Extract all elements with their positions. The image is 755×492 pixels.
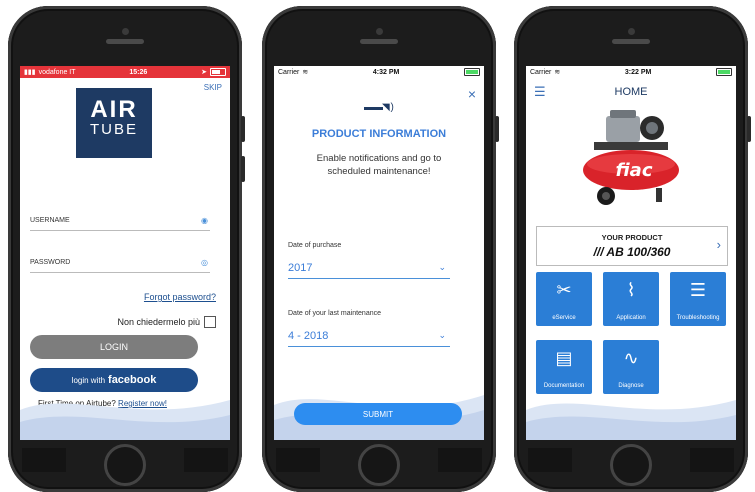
home-button: [610, 444, 652, 486]
home-button: [104, 444, 146, 486]
battery-icon: [463, 68, 480, 76]
remember-label: Non chiedermelo più: [117, 317, 200, 327]
side-button: [495, 116, 499, 142]
home-title: HOME: [614, 86, 648, 98]
skip-link[interactable]: SKIP: [204, 83, 222, 92]
username-field[interactable]: USERNAME ◉: [30, 216, 210, 231]
maintenance-label: Date of your last maintenance: [288, 310, 381, 317]
product-info-title: PRODUCT INFORMATION: [311, 128, 447, 140]
speaker: [612, 39, 650, 44]
tile-label: eService: [552, 315, 576, 321]
tile-label: Troubleshooting: [676, 315, 720, 321]
chat-icon: ☰: [689, 280, 707, 300]
password-field[interactable]: PASSWORD ◎: [30, 258, 210, 273]
phone-3: Carrier ≋ 3:22 PM ☰ HOME fiac YOUR PRODUC…: [514, 6, 751, 492]
product-name: /// AB 100/360: [593, 245, 671, 259]
home-screen: Carrier ≋ 3:22 PM ☰ HOME fiac YOUR PRODUC…: [526, 66, 736, 440]
chin-right: [438, 448, 482, 472]
submit-button[interactable]: SUBMIT: [294, 403, 462, 425]
status-time: 3:22 PM: [624, 68, 652, 76]
speaker: [106, 39, 144, 44]
wave-decoration: [20, 400, 230, 440]
speaker: [360, 39, 398, 44]
status-time: 15:26: [129, 68, 148, 76]
login-button[interactable]: LOGIN: [30, 335, 198, 359]
camera: [122, 28, 129, 35]
chin-right: [184, 448, 228, 472]
side-button: [241, 116, 245, 142]
login-screen: ▮▮▮ vodafone IT 15:26 ➤ SKIP AIR TUBE USE…: [20, 66, 230, 440]
eye-icon[interactable]: ◎: [201, 258, 208, 267]
tools-icon: ✂: [556, 280, 572, 300]
status-bar: Carrier ≋ 4:32 PM: [274, 66, 484, 78]
password-label: PASSWORD: [30, 259, 71, 266]
camera: [376, 28, 383, 35]
battery-icon: [210, 68, 226, 76]
side-button: [241, 156, 245, 182]
location-icon: ➤: [201, 69, 207, 76]
maintenance-value: 4 - 2018: [288, 330, 329, 342]
logo-text-tube: TUBE: [89, 121, 138, 138]
phone-1: ▮▮▮ vodafone IT 15:26 ➤ SKIP AIR TUBE USE…: [8, 6, 245, 492]
remember-option[interactable]: Non chiedermelo più: [117, 316, 216, 328]
chin-right: [690, 448, 734, 472]
compressor-image: fiac: [583, 110, 679, 205]
side-button: [747, 116, 751, 142]
battery-icon: [715, 68, 732, 76]
user-icon: ◉: [201, 216, 208, 225]
your-product-label: YOUR PRODUCT: [601, 233, 663, 242]
status-time: 4:32 PM: [372, 68, 400, 76]
chevron-right-icon: ›: [716, 237, 721, 252]
product-info-screen: Carrier ≋ 4:32 PM × ▬▬◥ ) PRODUCT INFORMA…: [274, 66, 484, 440]
status-bar: ▮▮▮ vodafone IT 15:26 ➤: [20, 66, 230, 78]
tile-eservice[interactable]: ✂ eService: [536, 272, 592, 326]
tile-troubleshooting[interactable]: ☰ Troubleshooting: [670, 272, 726, 326]
tile-application[interactable]: ⌇ Application: [603, 272, 659, 326]
status-bar: Carrier ≋ 3:22 PM: [526, 66, 736, 78]
remember-checkbox[interactable]: [204, 316, 216, 328]
airgun-icon: ▬▬◥ ): [364, 102, 394, 113]
your-product-card[interactable]: YOUR PRODUCT /// AB 100/360 ›: [536, 226, 728, 266]
chin-left: [276, 448, 320, 472]
purchase-value: 2017: [288, 262, 313, 274]
close-icon[interactable]: ×: [468, 86, 476, 102]
purchase-label: Date of purchase: [288, 242, 342, 249]
wifi-icon: ≋: [554, 69, 561, 76]
home-button: [358, 444, 400, 486]
tile-label: Application: [616, 315, 646, 321]
signal-icon: ▮▮▮: [24, 69, 36, 76]
chin-left: [528, 448, 572, 472]
username-label: USERNAME: [30, 217, 70, 224]
phone-2: Carrier ≋ 4:32 PM × ▬▬◥ ) PRODUCT INFORMA…: [262, 6, 499, 492]
airtube-logo: AIR TUBE: [76, 88, 152, 158]
carrier-label: Carrier: [530, 68, 552, 76]
pulse-icon: ∿: [623, 348, 639, 368]
book-icon: ▤: [555, 348, 573, 368]
carrier-label: Carrier: [278, 68, 300, 76]
carrier-label: vodafone IT: [38, 68, 76, 76]
forgot-password-link[interactable]: Forgot password?: [144, 292, 216, 302]
chevron-down-icon: ⌄: [438, 330, 446, 340]
maintenance-select[interactable]: 4 - 2018 ⌄: [288, 328, 450, 347]
purchase-select[interactable]: 2017 ⌄: [288, 260, 450, 279]
camera: [628, 28, 635, 35]
product-info-text: Enable notifications and go to scheduled…: [316, 153, 442, 177]
chin-left: [22, 448, 66, 472]
chevron-down-icon: ⌄: [438, 262, 446, 272]
fiac-brand: fiac: [616, 160, 653, 181]
airgun-icon: ⌇: [626, 280, 636, 300]
wifi-icon: ≋: [302, 69, 309, 76]
logo-text-air: AIR: [90, 96, 138, 123]
wave-decoration: [526, 400, 736, 440]
